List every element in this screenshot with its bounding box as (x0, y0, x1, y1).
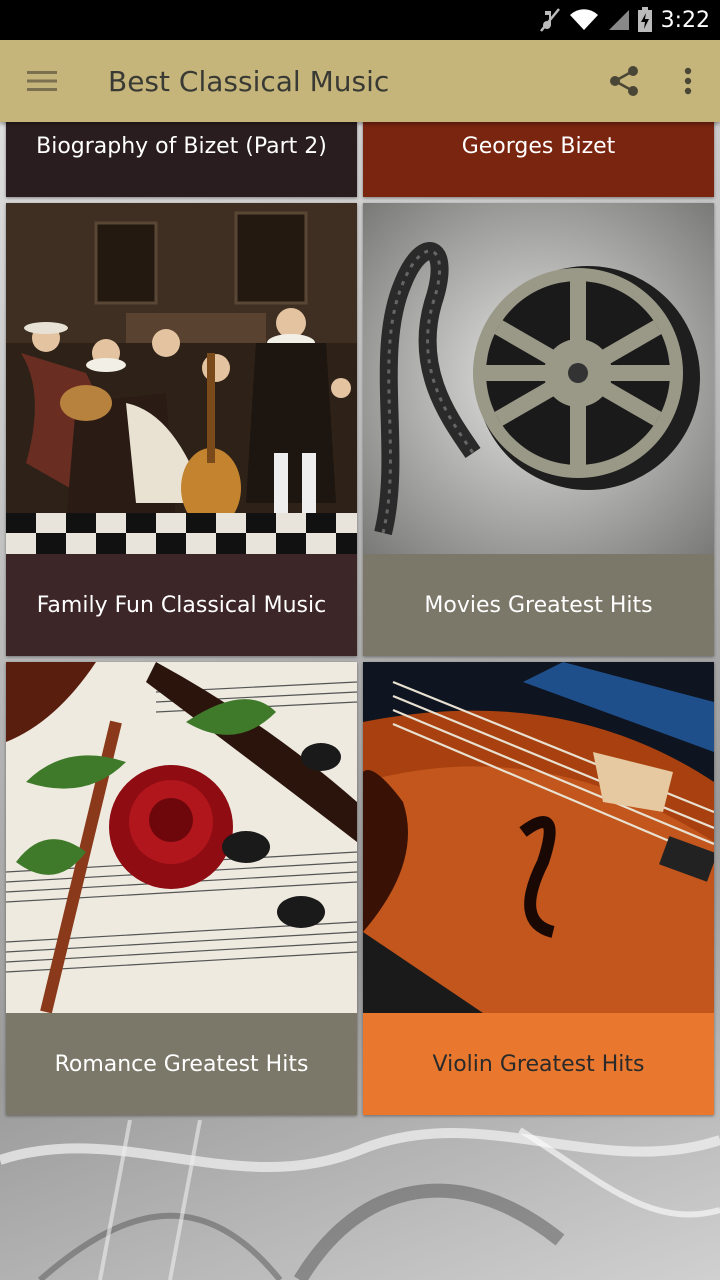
playlist-grid: Biography of Bizet (Part 2) Georges Bize… (0, 122, 720, 1122)
app-title: Best Classical Music (108, 64, 390, 98)
violin-closeup-image (363, 662, 714, 1013)
card-georges-bizet[interactable]: Georges Bizet (363, 122, 714, 197)
battery-charging-icon (637, 7, 653, 33)
card-movies-greatest-hits[interactable]: Movies Greatest Hits (363, 203, 714, 656)
card-family-fun-classical-music[interactable]: Family Fun Classical Music (6, 203, 357, 656)
card-label: Violin Greatest Hits (363, 1013, 714, 1115)
more-vertical-icon[interactable] (656, 40, 720, 122)
card-label: Movies Greatest Hits (363, 554, 714, 656)
card-label: Biography of Bizet (Part 2) (6, 122, 357, 197)
hamburger-menu-icon[interactable] (0, 40, 84, 122)
card-label: Family Fun Classical Music (6, 554, 357, 656)
share-icon[interactable] (592, 40, 656, 122)
card-label: Romance Greatest Hits (6, 1013, 357, 1115)
painting-of-musicians-image (6, 203, 357, 554)
wifi-icon (569, 8, 599, 32)
signal-icon (607, 8, 629, 32)
background-decoration (0, 1120, 720, 1280)
status-bar: 3:22 (0, 0, 720, 40)
violin-with-rose-image (6, 662, 357, 1013)
card-biography-of-bizet-part-2[interactable]: Biography of Bizet (Part 2) (6, 122, 357, 197)
app-bar: Best Classical Music (0, 40, 720, 122)
film-reel-image (363, 203, 714, 554)
status-time: 3:22 (660, 7, 710, 33)
card-violin-greatest-hits[interactable]: Violin Greatest Hits (363, 662, 714, 1115)
card-label: Georges Bizet (363, 122, 714, 197)
card-romance-greatest-hits[interactable]: Romance Greatest Hits (6, 662, 357, 1115)
mute-icon (539, 7, 561, 33)
